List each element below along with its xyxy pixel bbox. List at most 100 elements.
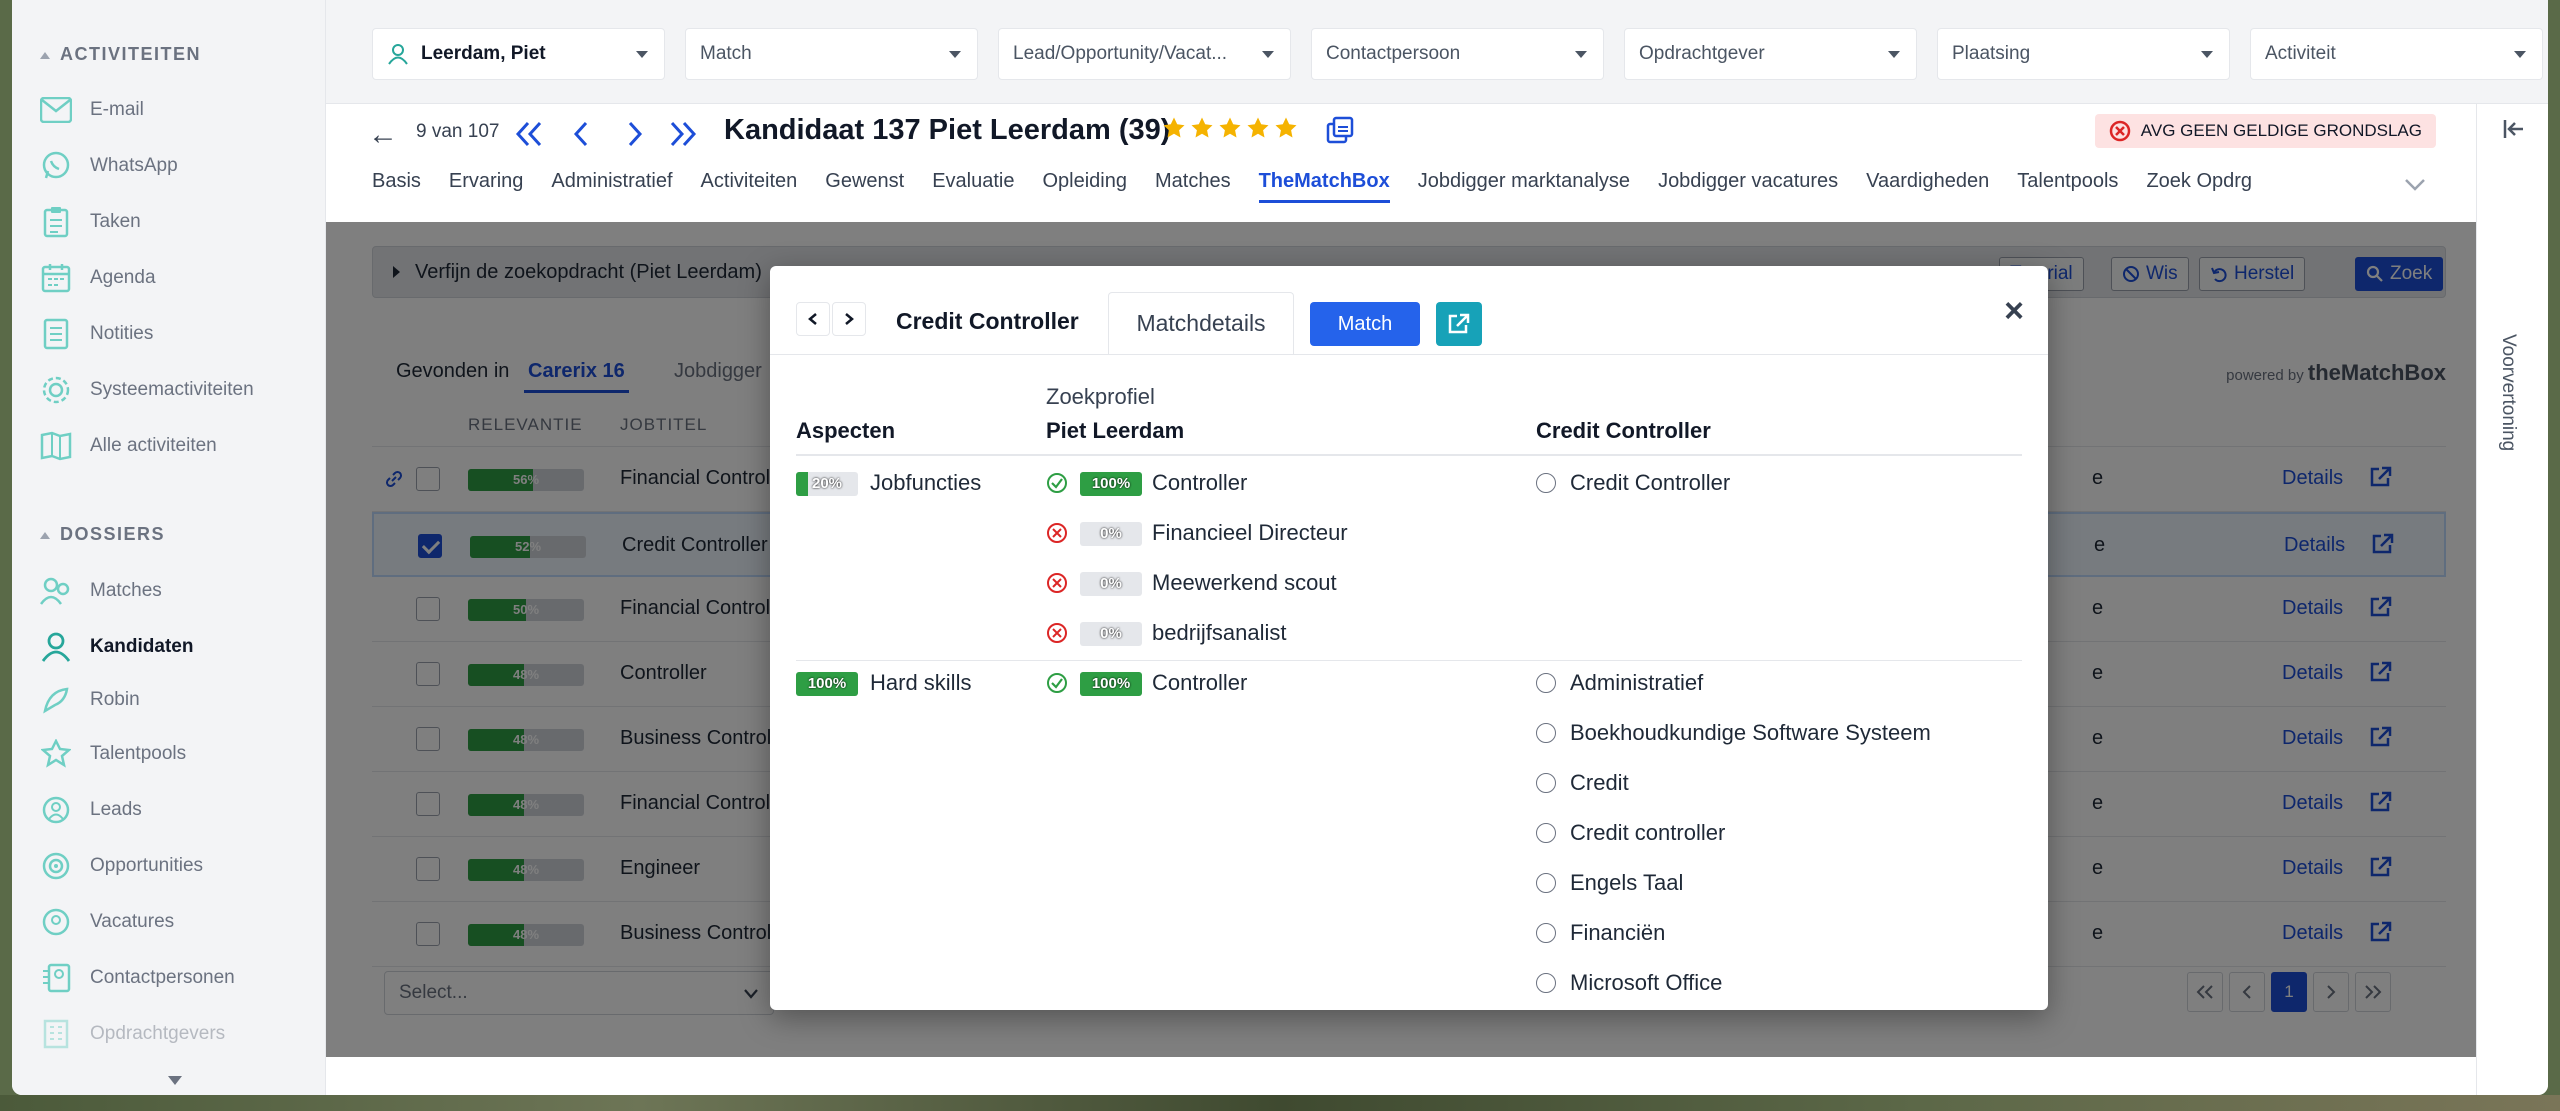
star-icon[interactable] bbox=[1162, 116, 1186, 145]
filter-contactpersoon[interactable]: Contactpersoon bbox=[1311, 28, 1604, 80]
vacancy-item-label: Microsoft Office bbox=[1570, 970, 1723, 995]
filter-kandidaat[interactable]: Leerdam, Piet bbox=[372, 28, 665, 80]
double-chevron-right-icon bbox=[670, 121, 697, 147]
vacancy-item-label: Boekhoudkundige Software Systeem bbox=[1570, 720, 1931, 745]
tab-matches[interactable]: Matches bbox=[1141, 170, 1245, 203]
sidebar-item-robin[interactable]: Robin bbox=[40, 680, 140, 720]
sidebar-item-kandidaten[interactable]: Kandidaten bbox=[40, 627, 193, 667]
vacancy-item-radio[interactable] bbox=[1536, 723, 1556, 743]
tab-jobdigger-marktanalyse[interactable]: Jobdigger marktanalyse bbox=[1404, 170, 1644, 203]
chevron-down-icon bbox=[1262, 51, 1274, 58]
record-tabs: Basis Ervaring Administratief Activiteiten G… bbox=[372, 170, 2266, 203]
column-vacancy: Credit Controller bbox=[1536, 418, 1711, 443]
filter-opdrachtgever[interactable]: Opdrachtgever bbox=[1624, 28, 1917, 80]
record-counter: 9 van 107 bbox=[416, 121, 500, 142]
match-button[interactable]: Match bbox=[1310, 302, 1420, 346]
double-chevron-left-icon bbox=[515, 121, 542, 147]
chevron-down-icon[interactable] bbox=[2404, 178, 2426, 197]
person-icon bbox=[40, 631, 72, 663]
rating-stars[interactable] bbox=[1162, 116, 1298, 145]
first-record-button[interactable] bbox=[512, 116, 546, 152]
desktop-background bbox=[0, 1095, 2560, 1111]
x-circle-icon bbox=[1046, 622, 1068, 644]
star-icon[interactable] bbox=[1246, 116, 1270, 145]
tab-opleiding[interactable]: Opleiding bbox=[1028, 170, 1141, 203]
match-percentage-badge: 100% bbox=[1080, 472, 1142, 496]
star-icon[interactable] bbox=[1218, 116, 1242, 145]
vacancy-item-radio[interactable] bbox=[1536, 973, 1556, 993]
tab-gewenst[interactable]: Gewenst bbox=[811, 170, 918, 203]
filter-match[interactable]: Match bbox=[685, 28, 978, 80]
collapse-panel-icon[interactable] bbox=[2503, 118, 2525, 145]
vacancy-item-radio[interactable] bbox=[1536, 673, 1556, 693]
tab-vaardigheden[interactable]: Vaardigheden bbox=[1852, 170, 2003, 203]
tab-basis[interactable]: Basis bbox=[372, 170, 435, 203]
open-external-button[interactable] bbox=[1436, 302, 1482, 346]
vacancy-item-radio[interactable] bbox=[1536, 473, 1556, 493]
gear-icon bbox=[40, 374, 72, 406]
last-record-button[interactable] bbox=[666, 116, 700, 152]
header-divider bbox=[796, 454, 2022, 456]
tab-administratief[interactable]: Administratief bbox=[537, 170, 686, 203]
tab-matchdetails[interactable]: Matchdetails bbox=[1108, 292, 1294, 354]
section-activities-title[interactable]: ACTIVITEITEN bbox=[40, 44, 201, 65]
tab-evaluatie[interactable]: Evaluatie bbox=[918, 170, 1028, 203]
modal-title: Credit Controller bbox=[896, 308, 1079, 334]
star-icon[interactable] bbox=[1274, 116, 1298, 145]
sidebar-scroll-down-icon[interactable] bbox=[168, 1076, 182, 1085]
vacancy-item-radio[interactable] bbox=[1536, 923, 1556, 943]
sidebar-item-agenda[interactable]: Agenda bbox=[40, 258, 156, 298]
sidebar-item-taken[interactable]: Taken bbox=[40, 202, 141, 242]
collapse-triangle-icon bbox=[40, 531, 50, 539]
tab-talentpools[interactable]: Talentpools bbox=[2003, 170, 2132, 203]
page-title: Kandidaat 137 Piet Leerdam (39) bbox=[724, 114, 1171, 146]
modal-next-button[interactable] bbox=[832, 302, 866, 336]
sidebar-item-contactpersonen[interactable]: Contactpersonen bbox=[40, 958, 235, 998]
filter-lead-opportunity-vacature[interactable]: Lead/Opportunity/Vacat... bbox=[998, 28, 1291, 80]
chevron-right-icon bbox=[845, 313, 854, 325]
tab-ervaring[interactable]: Ervaring bbox=[435, 170, 537, 203]
modal-prev-button[interactable] bbox=[796, 302, 830, 336]
column-zoekprofiel: Piet Leerdam bbox=[1046, 418, 1185, 443]
chevron-down-icon bbox=[2201, 51, 2213, 58]
sidebar-item-notities[interactable]: Notities bbox=[40, 314, 153, 354]
tab-activiteiten[interactable]: Activiteiten bbox=[687, 170, 812, 203]
profile-item-label: bedrijfsanalist bbox=[1152, 620, 1287, 645]
sidebar-item-matches[interactable]: Matches bbox=[40, 571, 162, 611]
check-circle-icon bbox=[1046, 672, 1068, 694]
sidebar-item-vacatures[interactable]: Vacatures bbox=[40, 902, 174, 942]
clipboard-icon bbox=[40, 206, 72, 238]
x-circle-icon bbox=[1046, 572, 1068, 594]
vacancy-item-radio[interactable] bbox=[1536, 823, 1556, 843]
back-arrow-icon[interactable]: ← bbox=[368, 118, 398, 152]
sidebar-item-leads[interactable]: Leads bbox=[40, 790, 142, 830]
close-icon[interactable]: × bbox=[2004, 292, 2024, 331]
tab-jobdigger-vacatures[interactable]: Jobdigger vacatures bbox=[1644, 170, 1852, 203]
column-zoekprofiel-subtitle: Zoekprofiel bbox=[1046, 384, 1155, 409]
filter-plaatsing[interactable]: Plaatsing bbox=[1937, 28, 2230, 80]
section-dossiers-title[interactable]: DOSSIERS bbox=[40, 524, 165, 545]
vacancy-item-label: Engels Taal bbox=[1570, 870, 1684, 895]
next-record-button[interactable] bbox=[618, 116, 652, 152]
record-header: ← 9 van 107 Kandidaat 137 Piet Leerdam (… bbox=[326, 104, 2476, 222]
tab-thematchbox[interactable]: TheMatchBox bbox=[1245, 170, 1404, 203]
copy-icon[interactable] bbox=[1326, 116, 1354, 149]
sidebar-item-opdrachtgevers[interactable]: Opdrachtgevers bbox=[40, 1014, 225, 1054]
preview-label[interactable]: Voorvertoning bbox=[2497, 334, 2519, 451]
sidebar-item-email[interactable]: E-mail bbox=[40, 90, 144, 130]
vacancy-item-radio[interactable] bbox=[1536, 773, 1556, 793]
sidebar-item-alle-activiteiten[interactable]: Alle activiteiten bbox=[40, 426, 217, 466]
sidebar-item-whatsapp[interactable]: WhatsApp bbox=[40, 146, 178, 186]
chevron-down-icon bbox=[1575, 51, 1587, 58]
profile-item-label: Meewerkend scout bbox=[1152, 570, 1337, 595]
star-icon[interactable] bbox=[1190, 116, 1214, 145]
filter-activiteit[interactable]: Activiteit bbox=[2250, 28, 2543, 80]
sidebar-item-talentpools[interactable]: Talentpools bbox=[40, 734, 186, 774]
sidebar-item-opportunities[interactable]: Opportunities bbox=[40, 846, 203, 886]
vacancy-item-radio[interactable] bbox=[1536, 873, 1556, 893]
chevron-right-icon bbox=[628, 121, 643, 147]
tab-zoek-opdrg[interactable]: Zoek Opdrg bbox=[2132, 170, 2266, 203]
previous-record-button[interactable] bbox=[564, 116, 598, 152]
avg-status-badge[interactable]: AVG GEEN GELDIGE GRONDSLAG bbox=[2094, 114, 2436, 148]
sidebar-item-systeemactiviteiten[interactable]: Systeemactiviteiten bbox=[40, 370, 254, 410]
